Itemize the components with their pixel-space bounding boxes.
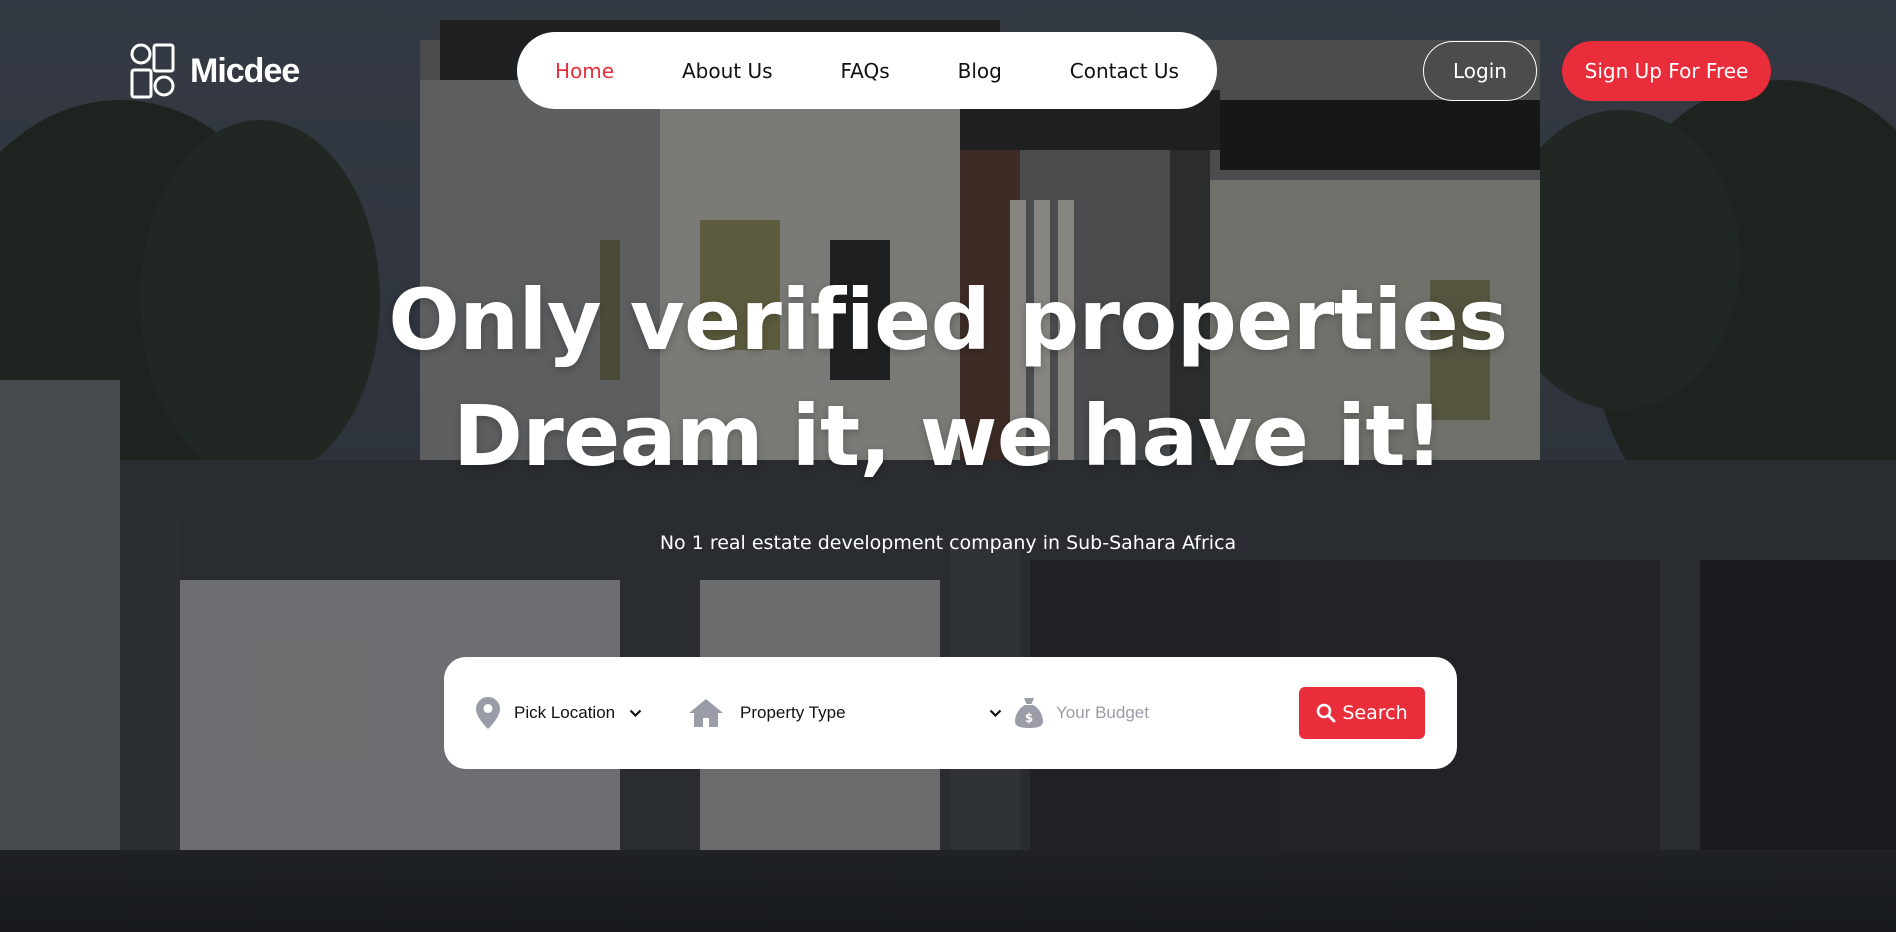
brand-logo[interactable]: Micdee	[130, 42, 300, 100]
hero-headline: Only verified properties Dream it, we ha…	[0, 262, 1896, 494]
search-button[interactable]: Search	[1299, 687, 1425, 739]
chevron-down-icon	[989, 709, 1002, 718]
nav-item-blog[interactable]: Blog	[958, 59, 1002, 83]
property-type-select-label: Property Type	[740, 703, 846, 722]
nav-item-home[interactable]: Home	[555, 59, 614, 83]
logo-mark-icon	[130, 43, 175, 99]
nav-item-contact-us[interactable]: Contact Us	[1070, 59, 1179, 83]
brand-name: Micdee	[190, 51, 300, 90]
search-button-label: Search	[1342, 702, 1408, 724]
hero-subtitle: No 1 real estate development company in …	[659, 532, 1237, 554]
hero-headline-line1: Only verified properties	[388, 271, 1508, 369]
hero-headline-line2: Dream it, we have it!	[453, 387, 1443, 485]
nav-item-about-us[interactable]: About Us	[682, 59, 773, 83]
house-icon	[688, 698, 724, 728]
budget-field: $	[1002, 657, 1299, 769]
signup-button[interactable]: Sign Up For Free	[1562, 41, 1771, 101]
main-nav: Home About Us FAQs Blog Contact Us	[517, 32, 1217, 109]
money-bag-icon: $	[1014, 697, 1044, 729]
magnifier-icon	[1316, 703, 1336, 723]
location-select-label: Pick Location	[514, 703, 616, 722]
login-button[interactable]: Login	[1423, 41, 1537, 101]
map-pin-icon	[476, 697, 500, 729]
budget-input[interactable]	[1056, 703, 1256, 723]
nav-item-faqs[interactable]: FAQs	[840, 59, 889, 83]
svg-text:$: $	[1025, 711, 1033, 725]
property-search-bar: Pick Location Property Type $ Your Budge…	[444, 657, 1457, 769]
property-type-select[interactable]: Property Type	[688, 657, 1002, 769]
chevron-down-icon	[629, 709, 642, 718]
location-select[interactable]: Pick Location	[476, 657, 688, 769]
